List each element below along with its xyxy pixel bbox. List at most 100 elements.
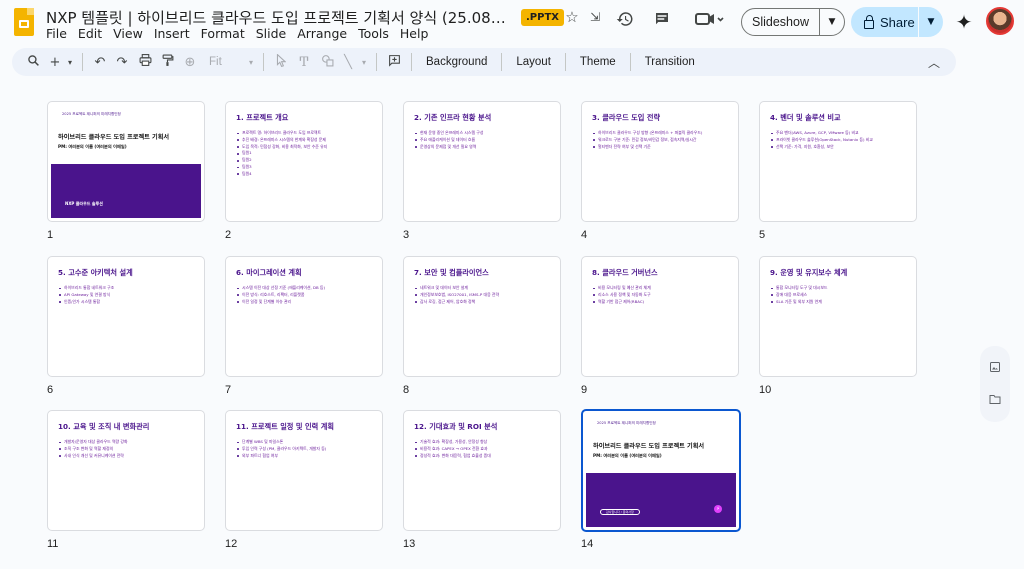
collapse-toolbar-icon[interactable]: ︿ [926, 54, 942, 71]
slide-thumbnail[interactable]: 1. 프로젝트 개요 프로젝트 명: 하이브리드 클라우드 도입 프로젝트 추진… [225, 101, 383, 222]
slide-number: 6 [47, 384, 54, 396]
company-logo: NXP 클라우드 솔루션 [65, 201, 103, 206]
menu-slide[interactable]: Slide [256, 26, 287, 42]
bullet-item: 선택 기준: 가격, 지원, 호환성, 보안 [771, 144, 910, 151]
meet-icon[interactable] [692, 10, 726, 34]
comment-icon[interactable] [650, 10, 674, 34]
menu-edit[interactable]: Edit [78, 26, 102, 42]
slide-thumbnail[interactable]: 5. 고수준 아키텍처 설계 하이브리드 통합 네트워크 구조 API Gate… [47, 256, 205, 377]
bullet-list: 비용 모니터링 및 예산 관리 체계 리소스 사용 정책 및 자동화 도구 역할… [593, 285, 732, 305]
share-button[interactable]: Share ▼ [851, 7, 943, 37]
theme-button[interactable]: Theme [572, 56, 624, 68]
bullet-item: 현재 운영 중인 온프레미스 시스템 구성 [415, 130, 554, 137]
slides-logo-icon[interactable] [14, 8, 34, 36]
menu-help[interactable]: Help [400, 26, 429, 42]
slide-number: 14 [581, 538, 594, 550]
zoom-select[interactable]: Fit [201, 56, 245, 68]
chevron-down-icon[interactable]: ▼ [820, 17, 844, 27]
slide-number: 2 [225, 229, 232, 241]
line-dropdown-icon[interactable]: ▾ [358, 58, 370, 67]
slide-thumbnail[interactable]: 10. 교육 및 조직 내 변화관리 개발자/운영자 대상 클라우드 역량 강화… [47, 410, 205, 531]
slide-title: 2. 기존 인프라 현황 분석 [414, 113, 492, 122]
slide-thumbnail[interactable]: 7. 보안 및 컴플라이언스 네트워크 및 데이터 보안 설계 개인정보보호법,… [403, 256, 561, 377]
folder-icon[interactable] [986, 393, 1004, 411]
document-title[interactable]: NXP 템플릿 | 하이브리드 클라우드 도입 프로젝트 기획서 양식 (25.… [46, 7, 506, 28]
bullet-item: 팀원2 [237, 157, 376, 164]
transition-button[interactable]: Transition [637, 56, 703, 68]
bullet-list: 주요 벤더(AWS, Azure, GCP, VMware 등) 비교 프라이빗… [771, 130, 910, 150]
slide-thumbnail[interactable]: 12. 기대효과 및 ROI 분석 기술적 효과: 확장성, 가용성, 안정성 … [403, 410, 561, 531]
menu-view[interactable]: View [113, 26, 143, 42]
bullet-item: 하이브리드 통합 네트워크 구조 [59, 285, 198, 292]
share-label-group[interactable]: Share [851, 14, 918, 30]
bullet-list: 개발자/운영자 대상 클라우드 역량 강화 조직 구조 변화 및 역할 재정의 … [59, 439, 198, 459]
bullet-item: 팀원4 [237, 171, 376, 178]
menu-insert[interactable]: Insert [154, 26, 190, 42]
bullet-list: 프로젝트 명: 하이브리드 클라우드 도입 프로젝트 추진 배경: 온프레미스 … [237, 130, 376, 178]
slide-thumbnail[interactable]: 3. 클라우드 도입 전략 하이브리드 클라우드 구성 방향 (온프레미스 + … [581, 101, 739, 222]
bullet-list: 단계별 WBS 및 마일스톤 투입 인력 구성 (PM, 클라우드 아키텍트, … [237, 439, 376, 459]
toolbar-divider [501, 53, 503, 71]
cover-band: 감사합니다 / 문의사항 ⚡ [586, 473, 736, 527]
slide-thumbnail[interactable]: 4. 벤더 및 솔루션 비교 주요 벤더(AWS, Azure, GCP, VM… [759, 101, 917, 222]
star-icon[interactable]: ☆ [563, 8, 581, 26]
bullet-item: SLA 기준 및 외부 지원 연계 [771, 299, 910, 306]
bullet-item: API Gateway 및 연결 방식 [59, 292, 198, 299]
menu-arrange[interactable]: Arrange [297, 26, 347, 42]
slide-title: 12. 기대효과 및 ROI 분석 [414, 422, 498, 431]
select-cursor-icon[interactable] [270, 52, 292, 71]
bullet-item: 주요 애플리케이션 및 데이터 흐름 [415, 137, 554, 144]
add-comment-icon[interactable] [383, 54, 405, 71]
background-button[interactable]: Background [418, 56, 495, 68]
slide-number: 10 [759, 384, 772, 396]
bullet-item: 외부 파트너 협업 여부 [237, 453, 376, 460]
zoom-icon[interactable]: ⊕ [179, 55, 201, 70]
slide-thumbnail[interactable]: 2025 프로젝트 제니퍼의 미래지향인정 하이브리드 클라우드 도입 프로젝트… [47, 101, 205, 222]
line-icon[interactable]: ╲ [338, 55, 358, 70]
menu-format[interactable]: Format [201, 26, 245, 42]
bullet-item: 감사 로깅, 접근 제어, 암호화 정책 [415, 299, 554, 306]
print-icon[interactable] [133, 54, 157, 70]
bullet-item: 통합 모니터링 도구 및 대시보드 [771, 285, 910, 292]
slide-number: 11 [47, 538, 59, 550]
slide-thumbnail[interactable]: 8. 클라우드 거버넌스 비용 모니터링 및 예산 관리 체계 리소스 사용 정… [581, 256, 739, 377]
bullet-list: 하이브리드 통합 네트워크 구조 API Gateway 및 연결 방식 인증/… [59, 285, 198, 305]
menu-tools[interactable]: Tools [358, 26, 389, 42]
layout-button[interactable]: Layout [508, 56, 559, 68]
menu-file[interactable]: File [46, 26, 67, 42]
search-menus-icon[interactable] [20, 54, 46, 71]
undo-icon[interactable]: ↶ [89, 55, 111, 70]
share-label[interactable]: Share [880, 15, 915, 30]
slide-thumbnail[interactable]: 6. 마이그레이션 계획 시스템 이전 대상 선정 기준 (애플리케이션, DB… [225, 256, 383, 377]
cover-band: NXP 클라우드 솔루션 [51, 164, 201, 218]
bullet-item: 시스템 이전 대상 선정 기준 (애플리케이션, DB 등) [237, 285, 376, 292]
toolbar-divider [629, 53, 631, 71]
history-icon[interactable] [613, 10, 637, 34]
zoom-dropdown-icon[interactable]: ▾ [245, 58, 257, 67]
shape-icon[interactable] [316, 54, 338, 71]
bullet-item: 도입 목적: 민첩성 강화, 비용 최적화, 보안 수준 유지 [237, 144, 376, 151]
slide-title: 하이브리드 클라우드 도입 프로젝트 기획서 [58, 134, 170, 141]
slide-number: 9 [581, 384, 588, 396]
slide-title: 10. 교육 및 조직 내 변화관리 [58, 422, 150, 431]
slide-thumbnail[interactable]: 9. 운영 및 유지보수 체계 통합 모니터링 도구 및 대시보드 장애 대응 … [759, 256, 917, 377]
move-icon[interactable]: ⇲ [586, 8, 604, 26]
new-slide-dropdown-icon[interactable]: ▾ [64, 58, 76, 67]
slide-thumbnail-selected[interactable]: 2025 프로젝트 제니퍼의 미래지향인정 하이브리드 클라우드 도입 프로젝트… [581, 409, 741, 532]
chevron-down-icon[interactable]: ▼ [919, 17, 943, 27]
slideshow-label[interactable]: Slideshow [742, 15, 819, 29]
new-slide-icon[interactable]: + [46, 55, 64, 70]
add-image-icon[interactable] [986, 361, 1004, 379]
paint-format-icon[interactable] [157, 54, 179, 71]
slide-number: 3 [403, 229, 410, 241]
slide-thumbnail[interactable]: 11. 프로젝트 일정 및 인력 계획 단계별 WBS 및 마일스톤 투입 인력… [225, 410, 383, 531]
slideshow-button[interactable]: Slideshow ▼ [741, 8, 845, 36]
gemini-sparkle-icon[interactable]: ✦ [952, 10, 976, 34]
toolbar: + ▾ ↶ ↷ ⊕ Fit ▾ Ͳ ╲ ▾ Background Layout … [12, 48, 956, 76]
text-box-icon[interactable]: Ͳ [292, 55, 316, 70]
redo-icon[interactable]: ↷ [111, 55, 133, 70]
bullet-item: 개발자/운영자 대상 클라우드 역량 강화 [59, 439, 198, 446]
avatar[interactable] [986, 7, 1014, 35]
slide-subtitle: PM: 여러분의 이름 (여러분의 이메일) [593, 453, 662, 458]
slide-thumbnail[interactable]: 2. 기존 인프라 현황 분석 현재 운영 중인 온프레미스 시스템 구성 주요… [403, 101, 561, 222]
